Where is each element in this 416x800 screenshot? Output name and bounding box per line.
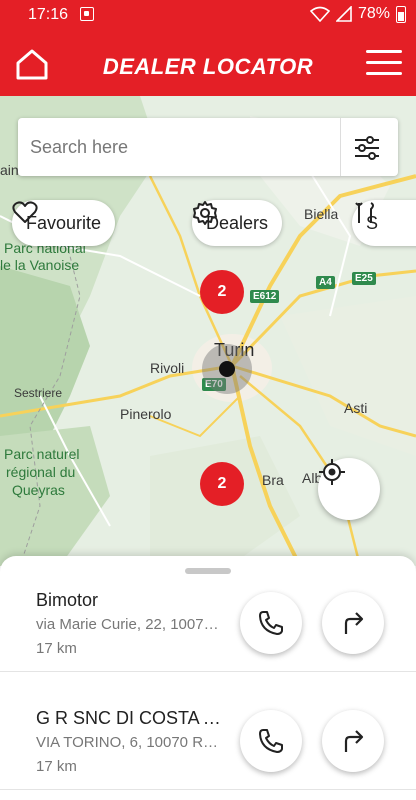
- phone-icon: [259, 729, 283, 753]
- my-location-button[interactable]: [318, 458, 380, 520]
- hamburger-menu-icon[interactable]: [366, 50, 402, 78]
- cluster-count: 2: [217, 283, 227, 300]
- status-right: 78%: [309, 5, 406, 23]
- map-label-rivoli: Rivoli: [150, 360, 185, 376]
- road-label-a4: A4: [316, 276, 335, 289]
- dealer-address: VIA TORINO, 6, 10070 Robassomero: [36, 734, 226, 751]
- crosshair-icon: [319, 459, 345, 485]
- road-label-e612: E612: [250, 290, 280, 303]
- road-label-e25: E25: [352, 272, 376, 285]
- app-bar: DEALER LOCATOR: [0, 32, 416, 96]
- map-cluster-marker[interactable]: 2: [200, 462, 244, 506]
- dealer-list-item[interactable]: G R SNC DI COSTA ANDREA & C. VIA TORINO,…: [0, 674, 416, 790]
- map-label-parc-naturel: Parc naturel: [4, 446, 80, 462]
- call-button[interactable]: [240, 592, 302, 654]
- chip-dealers[interactable]: Dealers: [192, 200, 283, 246]
- map-label-biella: Biella: [304, 206, 339, 222]
- dealer-list-item[interactable]: Bimotor via Marie Curie, 22, 10073 Ciriè…: [0, 556, 416, 672]
- status-time: 17:16: [28, 6, 69, 23]
- status-bar: 17:16 78%: [0, 0, 416, 32]
- wifi-icon: [309, 6, 330, 22]
- battery-icon: [396, 5, 406, 23]
- tools-icon: [355, 202, 374, 223]
- search-bar: [18, 118, 398, 176]
- dealer-distance: 17 km: [36, 758, 77, 775]
- battery-percent: 78%: [357, 5, 390, 22]
- map-label-regional: régional du: [6, 464, 76, 480]
- filter-sliders-icon[interactable]: [352, 133, 382, 163]
- map-label-bra: Bra: [262, 472, 284, 488]
- dealer-name: Bimotor: [36, 590, 99, 610]
- dealer-list-sheet: Bimotor via Marie Curie, 22, 10073 Ciriè…: [0, 556, 416, 800]
- phone-icon: [259, 611, 283, 635]
- chip-service[interactable]: S: [352, 200, 416, 246]
- search-divider: [340, 118, 341, 176]
- dealer-name: G R SNC DI COSTA ANDREA & C.: [36, 708, 226, 728]
- gear-icon: [193, 201, 217, 225]
- map-label-sestriere: Sestriere: [14, 386, 63, 400]
- dealer-address: via Marie Curie, 22, 10073 Ciriè: [36, 616, 226, 633]
- map-label-vanoise: le la Vanoise: [0, 257, 80, 273]
- cluster-count: 2: [217, 475, 227, 492]
- notification-icon: [80, 7, 94, 21]
- search-input[interactable]: [30, 132, 330, 162]
- turn-right-arrow-icon: [344, 612, 364, 634]
- map-cluster-marker[interactable]: 2: [200, 270, 244, 314]
- directions-button[interactable]: [322, 592, 384, 654]
- heart-icon: [12, 201, 38, 223]
- current-location-marker: [202, 344, 252, 394]
- map-label-pinerolo: Pinerolo: [120, 406, 172, 422]
- chip-favourite[interactable]: Favourite: [12, 200, 116, 246]
- map-label-queyras: Queyras: [12, 482, 65, 498]
- turn-right-arrow-icon: [344, 730, 364, 752]
- map-view[interactable]: Parc national le la Vanoise Biella aine …: [0, 96, 416, 566]
- call-button[interactable]: [240, 710, 302, 772]
- page-title: DEALER LOCATOR: [102, 54, 314, 79]
- map-label-asti: Asti: [344, 400, 368, 416]
- dealer-distance: 17 km: [36, 640, 77, 657]
- directions-button[interactable]: [322, 710, 384, 772]
- signal-icon: [335, 6, 352, 22]
